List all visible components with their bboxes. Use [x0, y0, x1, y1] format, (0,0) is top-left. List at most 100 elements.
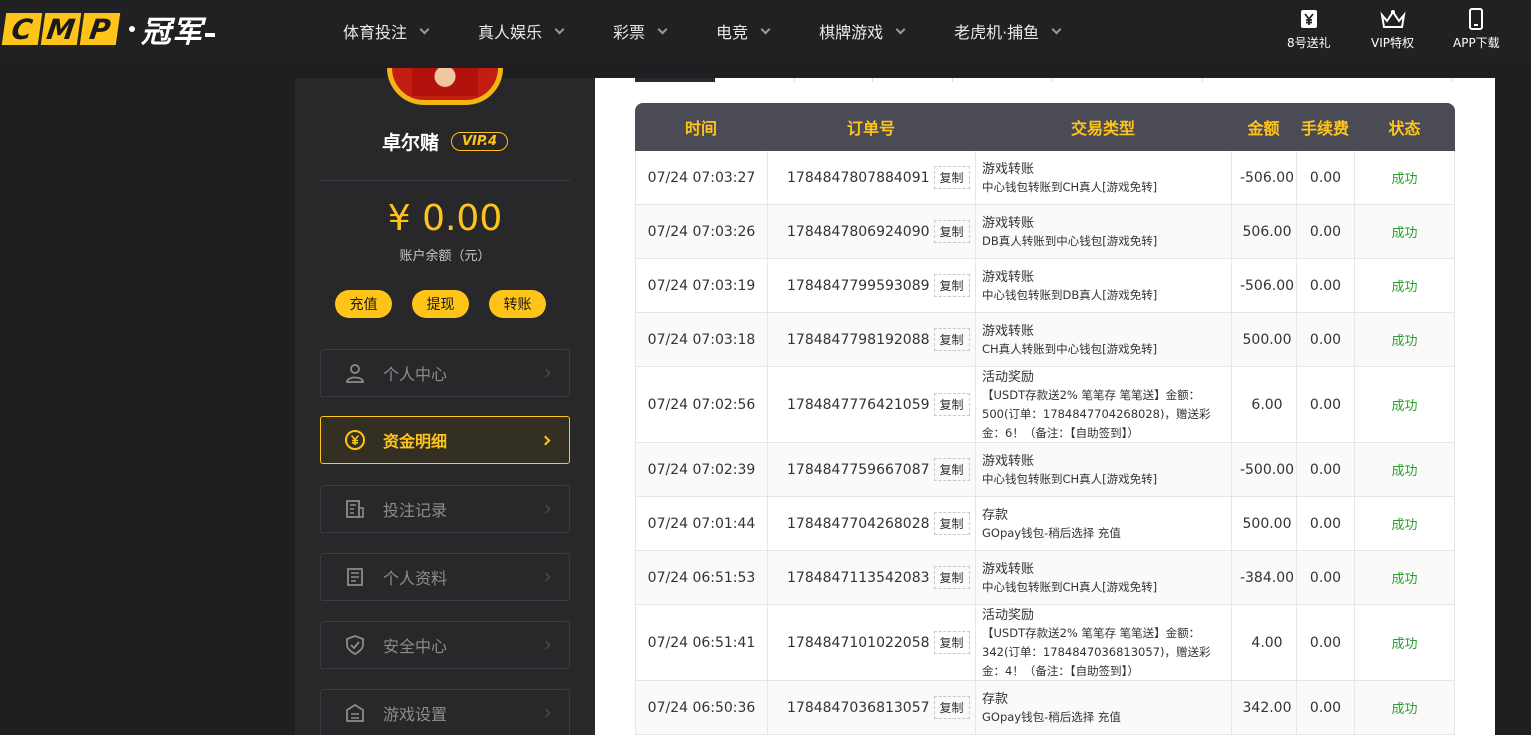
cell-amount: 500.00 [1231, 497, 1296, 550]
cell-fee: 0.00 [1296, 151, 1354, 204]
tab[interactable] [873, 78, 953, 82]
nav-lottery[interactable]: 彩票 [613, 19, 668, 43]
app-label: APP下载 [1453, 36, 1500, 50]
cell-status: 成功 [1354, 605, 1455, 680]
menu-item-game-settings[interactable]: 游戏设置 [320, 689, 570, 735]
col-header-amount: 金额 [1247, 119, 1280, 138]
chevron-down-icon [895, 24, 906, 34]
menu-label: 个人资料 [383, 569, 448, 588]
cell-type: 游戏转账 CH真人转账到中心钱包[游戏免转] [975, 313, 1231, 366]
menu-item-fund-details[interactable]: 资金明细 [320, 416, 570, 464]
cell-time: 07/24 07:01:44 [635, 497, 767, 550]
top-bar: C M P 冠军 体育投注 真人娱乐 彩票 电竞 棋牌游戏 老虎机·捕鱼 8号送… [0, 0, 1531, 62]
cell-amount: -384.00 [1231, 551, 1296, 604]
nav-esports[interactable]: 电竞 [716, 19, 771, 43]
order-number: 1784847759667087 [787, 461, 930, 478]
copy-button[interactable]: 复制 [933, 631, 970, 654]
avatar-image [412, 68, 478, 96]
menu-item-bet-records[interactable]: 投注记录 [320, 485, 570, 533]
copy-button[interactable]: 复制 [933, 166, 970, 189]
tab[interactable] [1053, 78, 1203, 82]
user-icon [343, 363, 367, 383]
transaction-type: 游戏转账 [982, 454, 1035, 469]
deposit-button[interactable]: 充值 [335, 290, 392, 318]
nav-label: 棋牌游戏 [819, 23, 884, 42]
transaction-detail: DB真人转账到中心钱包[游戏免转] [982, 234, 1158, 248]
nav-label: 电竞 [716, 23, 749, 42]
app-download-link[interactable]: APP下载 [1453, 8, 1500, 51]
table-header: 时间 订单号 交易类型 金额 手续费 状态 [635, 103, 1455, 151]
cell-status: 成功 [1354, 367, 1455, 442]
vip-label: VIP特权 [1371, 36, 1414, 50]
brand-logo[interactable]: C M P 冠军 [1, 12, 215, 50]
cell-amount: 6.00 [1231, 367, 1296, 442]
document-icon [343, 499, 367, 519]
cell-amount: 500.00 [1231, 313, 1296, 366]
chevron-right-icon [541, 368, 551, 378]
tab[interactable] [1203, 78, 1453, 82]
order-number: 1784847776421059 [787, 396, 930, 413]
user-name-row: 卓尔赌 VIP.4 [295, 128, 595, 155]
menu-item-personal-center[interactable]: 个人中心 [320, 349, 570, 397]
order-number: 1784847101022058 [787, 634, 930, 651]
cell-status: 成功 [1354, 443, 1455, 496]
cell-fee: 0.00 [1296, 605, 1354, 680]
vip-badge: VIP.4 [450, 132, 509, 151]
settings-box-icon [343, 703, 367, 723]
copy-button[interactable]: 复制 [933, 328, 970, 351]
transaction-type: 游戏转账 [982, 562, 1035, 577]
cell-type: 活动奖励 【USDT存款送2% 笔笔存 笔笔送】金额：500(订单：1784847… [975, 367, 1231, 442]
logo-letter: M [40, 13, 82, 46]
tab-strip [635, 78, 1455, 82]
withdraw-button[interactable]: 提现 [412, 290, 469, 318]
transaction-detail: 中心钱包转账到CH真人[游戏免转] [982, 472, 1158, 486]
tab-active-indicator[interactable] [635, 78, 715, 82]
username: 卓尔赌 [381, 132, 439, 154]
table-row: 07/24 07:03:19 1784847799593089 复制 游戏转账 中心钱包… [635, 259, 1455, 313]
nav-label: 老虎机·捕鱼 [954, 23, 1040, 42]
cell-time: 07/24 07:03:19 [635, 259, 767, 312]
menu-item-profile[interactable]: 个人资料 [320, 553, 570, 601]
vip-link[interactable]: VIP特权 [1371, 8, 1414, 51]
menu-label: 投注记录 [383, 501, 448, 520]
cell-order: 1784847759667087 复制 [767, 443, 975, 496]
tab[interactable] [795, 78, 873, 82]
order-number: 1784847798192088 [787, 331, 930, 348]
order-number: 1784847807884091 [787, 169, 930, 186]
table-row: 07/24 07:02:39 1784847759667087 复制 游戏转账 中心钱包… [635, 443, 1455, 497]
tab[interactable] [953, 78, 1053, 82]
logo-tail [205, 33, 215, 37]
gift-link[interactable]: 8号送礼 [1287, 8, 1331, 51]
chevron-down-icon [554, 24, 565, 34]
transfer-button[interactable]: 转账 [489, 290, 546, 318]
nav-card-games[interactable]: 棋牌游戏 [819, 19, 906, 43]
logo-letter: P [79, 13, 121, 46]
copy-button[interactable]: 复制 [933, 220, 970, 243]
chevron-down-icon [760, 24, 771, 34]
chevron-down-icon [1051, 24, 1062, 34]
order-number: 1784847799593089 [787, 277, 930, 294]
transaction-type: 存款 [982, 508, 1009, 523]
cell-amount: -506.00 [1231, 259, 1296, 312]
cell-time: 07/24 06:51:53 [635, 551, 767, 604]
cell-time: 07/24 07:02:39 [635, 443, 767, 496]
col-header-type: 交易类型 [1070, 119, 1135, 138]
nav-live-casino[interactable]: 真人娱乐 [478, 19, 565, 43]
chevron-right-icon [541, 572, 551, 582]
avatar[interactable] [387, 68, 503, 105]
nav-slots-fishing[interactable]: 老虎机·捕鱼 [954, 19, 1062, 43]
copy-button[interactable]: 复制 [933, 274, 970, 297]
copy-button[interactable]: 复制 [933, 393, 970, 416]
cell-order: 1784847036813057 复制 [767, 681, 975, 734]
menu-item-security[interactable]: 安全中心 [320, 621, 570, 669]
copy-button[interactable]: 复制 [933, 512, 970, 535]
nav-sports[interactable]: 体育投注 [343, 19, 430, 43]
tab[interactable] [715, 78, 795, 82]
copy-button[interactable]: 复制 [933, 458, 970, 481]
copy-button[interactable]: 复制 [933, 696, 970, 719]
cell-time: 07/24 07:03:26 [635, 205, 767, 258]
order-number: 1784847806924090 [787, 223, 930, 240]
copy-button[interactable]: 复制 [933, 566, 970, 589]
chevron-down-icon [419, 24, 430, 34]
table-row: 07/24 07:02:56 1784847776421059 复制 活动奖励 【USD… [635, 367, 1455, 443]
